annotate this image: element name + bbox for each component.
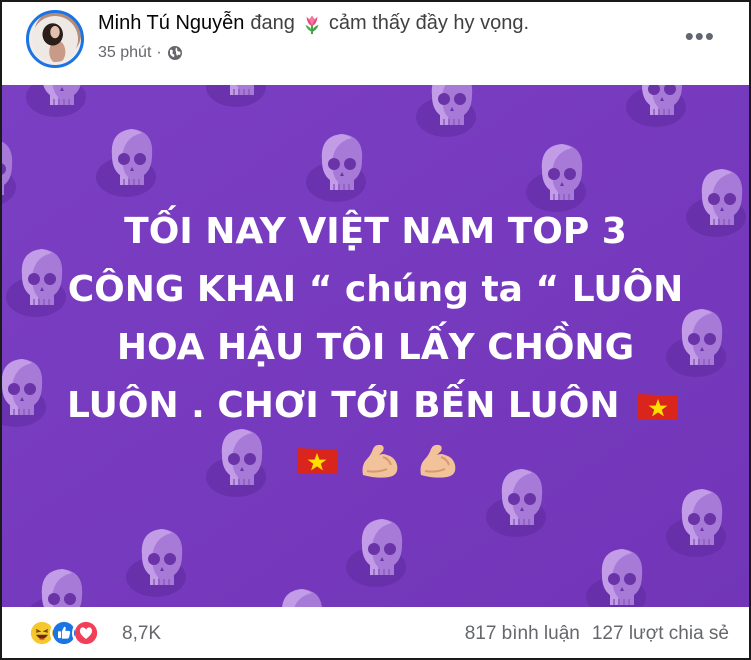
- more-options-button[interactable]: •••: [685, 23, 715, 49]
- post-time[interactable]: 35 phút: [98, 44, 151, 62]
- image-text-line-2: CÔNG KHAI “ chúng ta “ LUÔN: [67, 269, 684, 310]
- post-header: Minh Tú Nguyễn đang cảm thấy đầy hy vọng…: [2, 2, 749, 84]
- post-image-text: TỐI NAY VIỆT NAM TOP 3 CÔNG KHAI “ chúng…: [2, 203, 749, 489]
- tulip-icon: [305, 15, 319, 34]
- flexed-biceps-icon: [362, 444, 397, 478]
- globe-icon[interactable]: [167, 45, 183, 61]
- reaction-icons[interactable]: [28, 619, 100, 647]
- post-footer: 8,7K 817 bình luận 127 lượt chia sẻ: [2, 608, 749, 658]
- flexed-biceps-icon: [420, 444, 456, 478]
- image-text-line-4-row: LUÔN . CHƠI TỚI BẾN LUÔN: [2, 377, 749, 435]
- image-text-line-1: TỐI NAY VIỆT NAM TOP 3: [124, 211, 627, 252]
- author-name[interactable]: Minh Tú Nguyễn: [98, 12, 244, 35]
- emoji-row: [2, 431, 749, 489]
- vietnam-flag-icon: [296, 448, 337, 474]
- image-text-line-3: HOA HẬU TÔI LẤY CHỒNG: [116, 327, 635, 368]
- meta-separator: ·: [156, 44, 162, 61]
- image-text-line-4: LUÔN . CHƠI TỚI BẾN LUÔN: [66, 385, 620, 426]
- author-line: Minh Tú Nguyễn đang cảm thấy đầy hy vọng…: [98, 12, 529, 35]
- comments-count[interactable]: 817 bình luận: [465, 623, 580, 645]
- feeling-status: đang cảm thấy đầy hy vọng.: [250, 12, 529, 35]
- love-reaction-icon: [72, 619, 100, 647]
- post-card: Minh Tú Nguyễn đang cảm thấy đầy hy vọng…: [0, 0, 751, 660]
- post-meta: 35 phút ·: [98, 44, 183, 62]
- feeling-prefix: đang: [250, 12, 295, 34]
- reaction-count[interactable]: 8,7K: [122, 623, 161, 645]
- avatar[interactable]: [26, 10, 84, 68]
- engagement-stats: 817 bình luận 127 lượt chia sẻ: [465, 623, 729, 645]
- vietnam-flag-icon: [638, 394, 679, 420]
- post-image[interactable]: TỐI NAY VIỆT NAM TOP 3 CÔNG KHAI “ chúng…: [2, 85, 749, 607]
- feeling-text: cảm thấy đầy hy vọng.: [328, 12, 529, 34]
- shares-count[interactable]: 127 lượt chia sẻ: [592, 623, 729, 645]
